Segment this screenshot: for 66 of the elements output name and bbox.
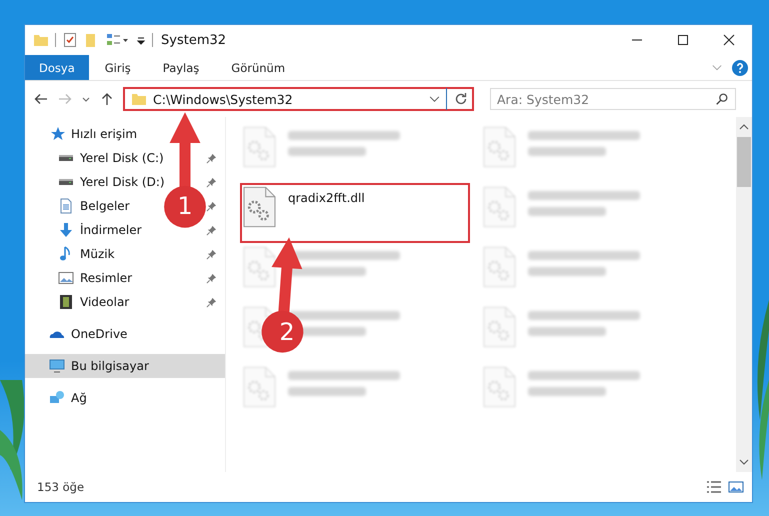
sidebar-item[interactable]: Videolar bbox=[80, 295, 130, 309]
faded-file-icon bbox=[483, 366, 516, 408]
properties-icon[interactable] bbox=[62, 32, 78, 48]
step-number: 1 bbox=[176, 192, 194, 220]
pin-icon[interactable] bbox=[206, 248, 217, 260]
sidebar-item[interactable]: OneDrive bbox=[71, 327, 128, 341]
step-number: 2 bbox=[278, 318, 296, 346]
address-bar[interactable]: C:\Windows\System32 bbox=[123, 87, 474, 111]
help-icon[interactable] bbox=[732, 60, 748, 76]
network-icon bbox=[49, 390, 65, 406]
faded-file-icon bbox=[483, 246, 516, 288]
pin-icon[interactable] bbox=[206, 200, 217, 212]
faded-file-icon bbox=[483, 186, 516, 228]
film-strip-icon bbox=[58, 294, 74, 310]
pin-icon[interactable] bbox=[206, 296, 217, 308]
scroll-thumb[interactable] bbox=[737, 137, 751, 187]
highlighted-file[interactable]: qradix2fft.dll bbox=[240, 183, 470, 243]
file-name: qradix2fft.dll bbox=[288, 191, 365, 205]
pin-icon[interactable] bbox=[206, 224, 217, 236]
faded-file-icon bbox=[483, 126, 516, 168]
maximize-icon bbox=[677, 34, 689, 46]
address-path: C:\Windows\System32 bbox=[153, 92, 294, 106]
sidebar-item[interactable]: Resimler bbox=[80, 271, 132, 285]
sidebar-item[interactable]: Yerel Disk (D:) bbox=[80, 175, 165, 189]
ribbon-tab[interactable]: Dosya bbox=[25, 55, 89, 80]
pin-icon[interactable] bbox=[206, 152, 217, 164]
scroll-up-icon[interactable] bbox=[739, 124, 749, 130]
sidebar-item[interactable]: Belgeler bbox=[80, 199, 130, 213]
image-icon bbox=[58, 270, 74, 286]
faded-file-icon bbox=[243, 246, 276, 288]
faded-file-icon bbox=[243, 366, 276, 408]
ribbon-tab[interactable]: Paylaş bbox=[146, 55, 216, 80]
download-arrow-icon bbox=[58, 222, 74, 238]
sidebar-item[interactable]: İndirmeler bbox=[80, 223, 142, 237]
close-icon bbox=[723, 34, 735, 46]
sidebar-item: Bu bilgisayar bbox=[71, 359, 149, 373]
drive-icon bbox=[58, 178, 74, 186]
ribbon-tab[interactable]: Görünüm bbox=[215, 55, 302, 80]
scroll-down-icon[interactable] bbox=[739, 459, 749, 465]
faded-file-icon bbox=[243, 126, 276, 168]
pin-icon[interactable] bbox=[206, 272, 217, 284]
folder-icon bbox=[131, 91, 147, 107]
selected-sidebar-row[interactable]: Bu bilgisayar bbox=[25, 354, 225, 378]
sidebar-item[interactable]: Müzik bbox=[80, 247, 115, 261]
item-count: 153 öğe bbox=[37, 480, 84, 494]
sidebar-item[interactable]: Ağ bbox=[71, 391, 87, 405]
search-field[interactable]: Ara: System32 bbox=[490, 88, 736, 110]
refresh-icon[interactable] bbox=[453, 91, 469, 107]
expand-ribbon-icon[interactable] bbox=[712, 64, 722, 72]
faded-file-icon bbox=[483, 306, 516, 348]
drive-icon bbox=[58, 154, 74, 162]
pin-icon[interactable] bbox=[206, 176, 217, 188]
window-title: System32 bbox=[161, 32, 226, 48]
large-icons-view-icon[interactable] bbox=[728, 480, 744, 494]
settings-file-icon bbox=[243, 186, 276, 228]
star-icon bbox=[49, 126, 65, 142]
computer-icon bbox=[49, 358, 65, 374]
view-options-icon[interactable] bbox=[106, 32, 130, 48]
document-icon bbox=[58, 198, 74, 214]
search-icon[interactable] bbox=[715, 92, 729, 106]
caret-icon[interactable] bbox=[429, 96, 440, 102]
details-view-icon[interactable] bbox=[706, 480, 722, 494]
scrollbar[interactable] bbox=[736, 117, 752, 472]
sidebar-item[interactable]: Hızlı erişim bbox=[71, 127, 138, 141]
sidebar-item[interactable]: Yerel Disk (C:) bbox=[80, 151, 164, 165]
ribbon-tab[interactable]: Giriş bbox=[88, 55, 147, 80]
